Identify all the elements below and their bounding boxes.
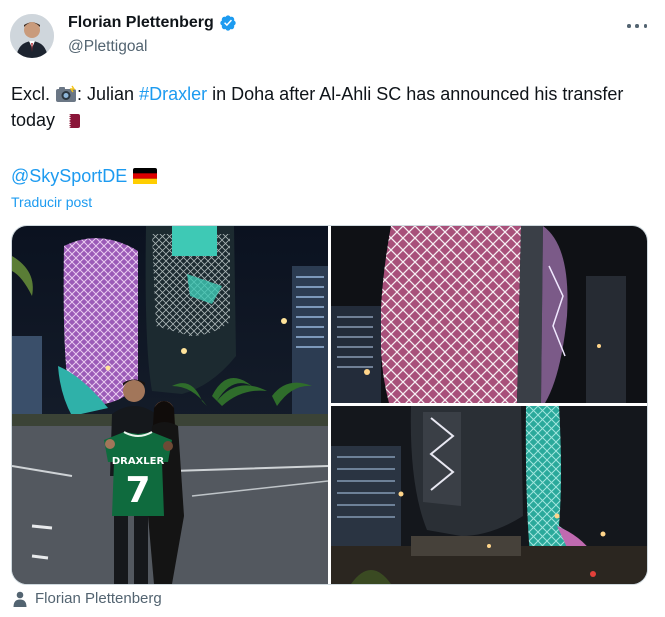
person-icon	[13, 591, 27, 607]
photo-draxler-jersey[interactable]: DRAXLER 7	[12, 226, 328, 584]
more-options-icon[interactable]	[627, 18, 647, 34]
qatar-flag-icon	[64, 114, 81, 128]
mention-link[interactable]: @SkySportDE	[11, 163, 127, 189]
author-display-name[interactable]: Florian Plettenberg	[68, 14, 214, 32]
jersey-number-text: 7	[125, 470, 150, 511]
photo-lit-tower-closeup[interactable]	[331, 226, 647, 403]
author-name-row: Florian Plettenberg	[68, 14, 237, 32]
camera-flash-icon	[56, 85, 77, 102]
mention-row: @SkySportDE	[11, 163, 158, 189]
tagged-people[interactable]: Florian Plettenberg	[13, 590, 162, 607]
tagged-name: Florian Plettenberg	[35, 590, 162, 607]
media-grid: DRAXLER 7	[11, 225, 648, 585]
hashtag-link[interactable]: #Draxler	[139, 84, 207, 104]
tweet-text: Excl. : Julian #Draxler in Doha after Al…	[11, 81, 641, 133]
verified-badge-icon	[220, 15, 236, 31]
author-avatar[interactable]	[10, 14, 54, 58]
author-handle[interactable]: @Plettigoal	[68, 38, 148, 56]
tweet-text-prefix: Excl.	[11, 84, 51, 104]
tweet-text-colon: : Julian	[77, 84, 135, 104]
translate-post-link[interactable]: Traducir post	[11, 194, 92, 210]
jersey-name-text: DRAXLER	[112, 456, 165, 467]
germany-flag-icon	[133, 168, 158, 184]
photo-tower-base-night[interactable]	[331, 406, 647, 584]
